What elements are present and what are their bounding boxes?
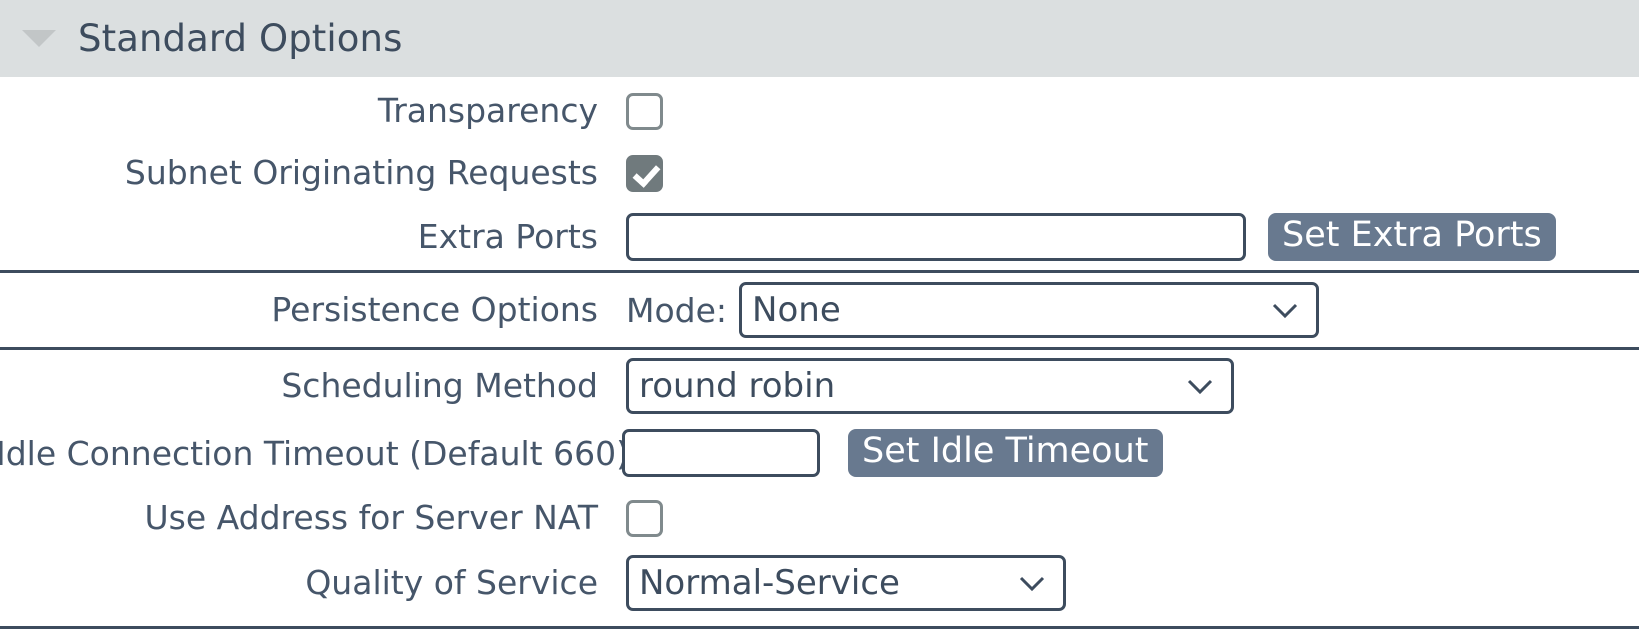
divider-below-persistence: [0, 347, 1639, 350]
quality-of-service-value: Normal-Service: [639, 563, 900, 603]
row-use-address-for-server-nat: Use Address for Server NAT: [0, 486, 1639, 550]
control-use-address-for-server-nat: [600, 499, 1639, 537]
scheduling-method-value: round robin: [639, 366, 836, 406]
persistence-mode-value: None: [752, 290, 841, 330]
label-persistence-mode: Mode:: [626, 290, 728, 330]
chevron-down-icon: [1185, 371, 1215, 401]
quality-of-service-select[interactable]: Normal-Service: [626, 555, 1066, 611]
chevron-down-icon: [1017, 568, 1047, 598]
row-transparency: Transparency: [0, 80, 1639, 142]
use-address-for-server-nat-checkbox[interactable]: [626, 499, 663, 537]
control-extra-ports: Set Extra Ports: [600, 213, 1639, 261]
idle-timeout-input[interactable]: [622, 429, 820, 477]
label-scheduling-method: Scheduling Method: [281, 365, 598, 405]
control-quality-of-service: Normal-Service: [600, 555, 1639, 611]
section-header-standard-options[interactable]: Standard Options: [0, 0, 1639, 77]
label-persistence-options: Persistence Options: [271, 289, 598, 329]
transparency-checkbox[interactable]: [626, 92, 663, 130]
row-quality-of-service: Quality of Service Normal-Service: [0, 550, 1639, 616]
control-scheduling-method: round robin: [600, 358, 1639, 414]
extra-ports-input[interactable]: [626, 213, 1246, 261]
scheduling-method-select[interactable]: round robin: [626, 358, 1234, 414]
control-idle-connection-timeout: Set Idle Timeout: [596, 429, 1639, 477]
row-subnet-originating-requests: Subnet Originating Requests: [0, 142, 1639, 204]
label-use-address-for-server-nat: Use Address for Server NAT: [144, 497, 598, 537]
set-idle-timeout-button[interactable]: Set Idle Timeout: [848, 429, 1163, 477]
standard-options-panel: Standard Options Transparency Subnet Ori…: [0, 0, 1639, 631]
set-extra-ports-button[interactable]: Set Extra Ports: [1268, 213, 1556, 261]
chevron-down-icon: [1270, 295, 1300, 325]
page-title: Standard Options: [78, 17, 403, 60]
divider-bottom: [0, 626, 1639, 629]
triangle-down-icon[interactable]: [22, 30, 56, 47]
subnet-originating-requests-checkbox[interactable]: [626, 154, 663, 192]
row-scheduling-method: Scheduling Method round robin: [0, 352, 1639, 420]
control-transparency: [600, 92, 1639, 130]
row-persistence-options: Persistence Options Mode: None: [0, 273, 1639, 347]
label-subnet-originating-requests: Subnet Originating Requests: [124, 152, 598, 192]
row-idle-connection-timeout: Idle Connection Timeout (Default 660) Se…: [0, 420, 1639, 486]
row-extra-ports: Extra Ports Set Extra Ports: [0, 204, 1639, 270]
control-subnet-originating-requests: [600, 154, 1639, 192]
label-extra-ports: Extra Ports: [417, 216, 598, 256]
label-transparency: Transparency: [377, 90, 598, 130]
label-idle-connection-timeout: Idle Connection Timeout (Default 660): [0, 433, 629, 473]
control-persistence-options: Mode: None: [600, 282, 1639, 338]
label-quality-of-service: Quality of Service: [305, 562, 598, 602]
persistence-mode-select[interactable]: None: [739, 282, 1320, 338]
